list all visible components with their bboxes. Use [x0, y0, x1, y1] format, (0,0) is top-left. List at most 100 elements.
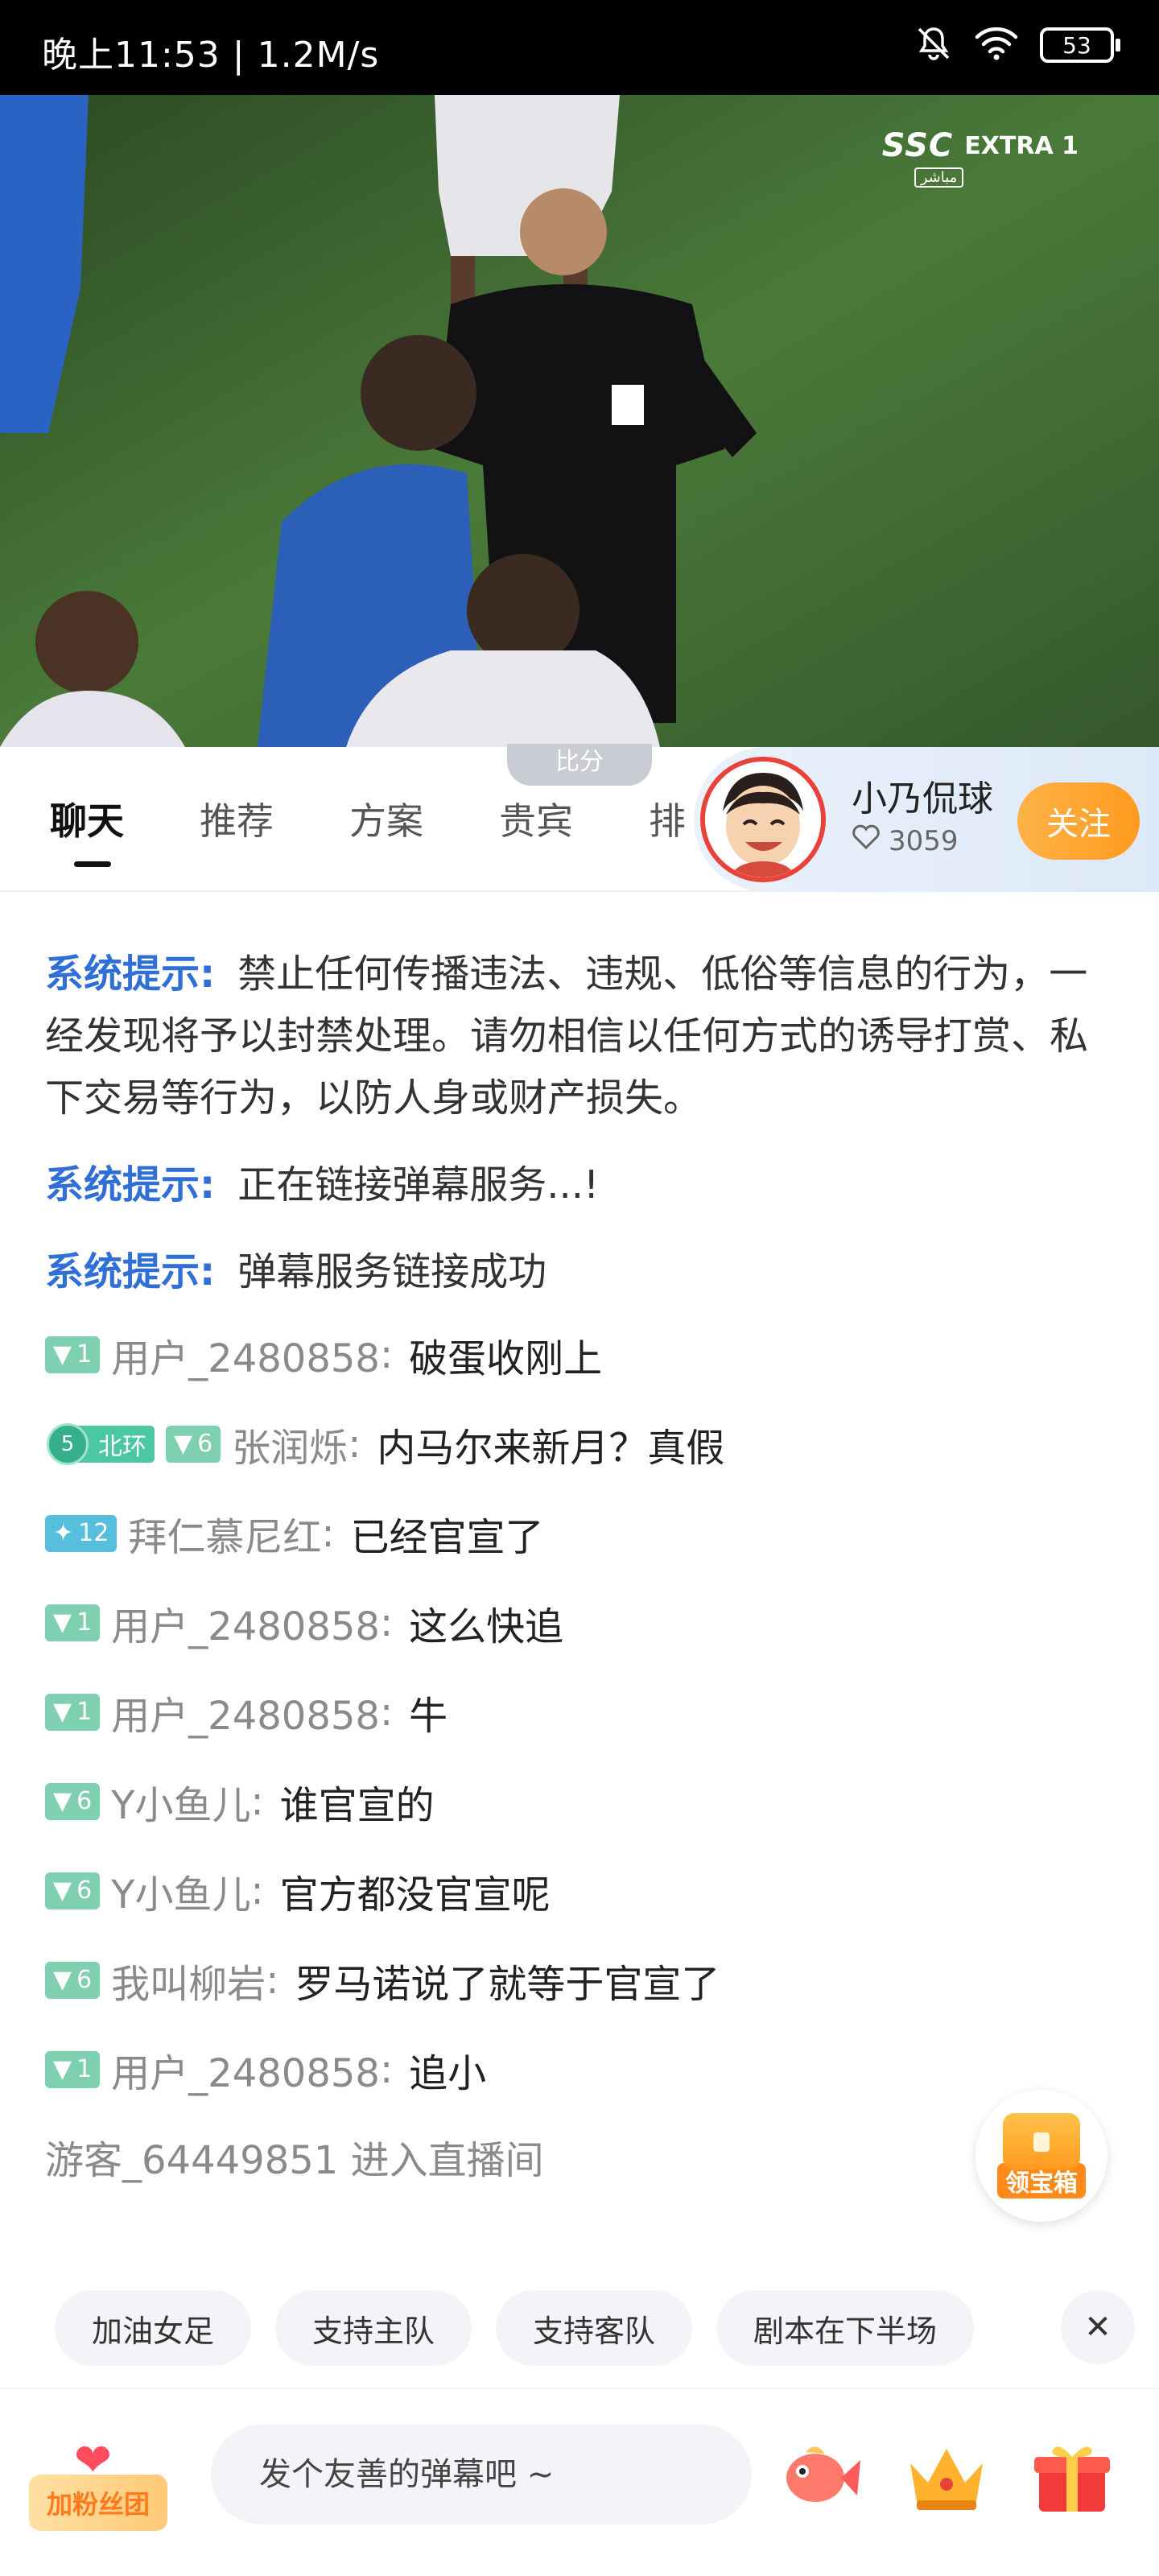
system-message: 系统提示: 正在链接弹幕服务...! — [45, 1154, 1114, 1216]
video-frame — [0, 95, 1159, 747]
chat-colon: : — [321, 1510, 335, 1556]
battery-icon: 53 — [1040, 27, 1120, 63]
tab-recommend[interactable]: 推荐 — [200, 792, 274, 845]
tab-plans[interactable]: 方案 — [349, 792, 423, 845]
chat-text: 这么快追 — [409, 1604, 564, 1649]
level-number: 6 — [76, 1787, 93, 1815]
chat-message: ▼ 1 用户_2480858: 追小 — [45, 2025, 1114, 2114]
chat-colon: : — [379, 2046, 394, 2092]
chat-text: 已经官宣了 — [350, 1514, 544, 1560]
level-number: 6 — [76, 1966, 93, 1994]
quick-chip[interactable]: 支持主队 — [275, 2290, 472, 2366]
chat-username[interactable]: 用户_2480858 — [111, 1595, 380, 1651]
chat-colon: : — [379, 1331, 394, 1377]
chat-text: 内马尔来新月？真假 — [377, 1425, 725, 1471]
system-tag: 系统提示: — [45, 1162, 216, 1208]
chat-username[interactable]: 张润烁 — [232, 1416, 348, 1472]
level-down-icon: ▼ — [53, 1608, 72, 1637]
chat-colon: : — [266, 1957, 279, 2003]
chat-message: ▼ 1 用户_2480858: 牛 — [45, 1667, 1114, 1757]
chat-username[interactable]: 用户_2480858 — [111, 2041, 380, 2098]
anchor-card: 小乃侃球 3059 关注 — [694, 747, 1159, 892]
chat-username[interactable]: Y小鱼儿 — [111, 1863, 250, 1919]
score-handle[interactable]: 比分 — [507, 744, 652, 786]
bottom-bar: ❤ 加粉丝团 — [0, 2388, 1159, 2576]
level-badge: ▼ 1 — [45, 1693, 101, 1731]
level-number: 6 — [76, 1876, 93, 1905]
channel-logo: SSC EXTRA 1 مباشر — [881, 127, 1079, 188]
channel-sub: مباشر — [914, 167, 964, 188]
wifi-icon — [974, 26, 1019, 64]
level-number: 6 — [197, 1430, 213, 1458]
level-number: 12 — [78, 1519, 109, 1547]
chat-username[interactable]: 我叫柳岩 — [111, 1952, 266, 2008]
fish-gift-icon[interactable] — [773, 2431, 863, 2521]
system-tag: 系统提示: — [45, 1249, 216, 1294]
chat-message: ▼ 1 用户_2480858: 这么快追 — [45, 1578, 1114, 1667]
battery-level: 53 — [1062, 31, 1091, 59]
treasure-chest-icon — [1003, 2113, 1080, 2169]
chat-message: ▼ 6 我叫柳岩: 罗马诺说了就等于官宣了 — [45, 1935, 1114, 2025]
follow-button[interactable]: 关注 — [1017, 782, 1140, 860]
level-badge: ▼ 6 — [166, 1425, 221, 1463]
chat-text: 官方都没官宣呢 — [279, 1872, 551, 1918]
chat-username[interactable]: 拜仁慕尼红 — [128, 1505, 321, 1562]
chat-username[interactable]: 用户_2480858 — [111, 1684, 380, 1740]
anchor-avatar[interactable] — [700, 757, 826, 882]
level-badge: ✦ 12 — [45, 1514, 118, 1552]
tab-chat[interactable]: 聊天 — [50, 792, 124, 845]
chat-list[interactable]: 系统提示: 禁止任何传播违法、违规、低俗等信息的行为，一经发现将予以封禁处理。请勿… — [0, 894, 1159, 2222]
chat-message: ▼ 1 用户_2480858: 破蛋收刚上 — [45, 1310, 1114, 1399]
chat-text: 牛 — [409, 1693, 448, 1739]
quick-chips: 加油女足 支持主队 支持客队 剧本在下半场 — [55, 2290, 975, 2366]
level-badge: ▼ 1 — [45, 2050, 101, 2088]
level-badge: ▼ 6 — [45, 1782, 101, 1820]
quick-chip[interactable]: 加油女足 — [55, 2290, 252, 2366]
fan-club-button[interactable]: ❤ 加粉丝团 — [29, 2434, 167, 2534]
close-chips-button[interactable]: ✕ — [1061, 2290, 1135, 2364]
level-down-icon: ▼ — [53, 2055, 72, 2083]
chat-username[interactable]: 用户_2480858 — [111, 1327, 380, 1383]
level-badge: ▼ 6 — [45, 1872, 101, 1909]
chat-message: ▼ 6 Y小鱼儿: 谁官宣的 — [45, 1757, 1114, 1846]
enter-notice: 游客_64449851 进入直播间 — [45, 2138, 544, 2183]
level-star-icon: ✦ — [53, 1519, 74, 1547]
level-badge: ▼ 1 — [45, 1604, 101, 1641]
fan-club-label: 加粉丝团 — [29, 2475, 167, 2531]
tab-active-indicator — [74, 861, 111, 867]
chat-colon: : — [379, 1600, 394, 1645]
level-down-icon: ▼ — [53, 1876, 72, 1905]
status-icons: 53 — [914, 24, 1120, 66]
crown-gift-icon[interactable] — [901, 2431, 992, 2521]
anchor-likes-count: 3059 — [889, 824, 959, 857]
status-time: 晚上11:53 | 1.2M/s — [42, 35, 380, 76]
treasure-box-button[interactable]: 领宝箱 — [975, 2090, 1107, 2222]
fan-club-badge: 5 北环 — [47, 1422, 155, 1465]
chat-colon: : — [250, 1868, 264, 1913]
chat-message: ▼ 6 Y小鱼儿: 官方都没官宣呢 — [45, 1846, 1114, 1935]
level-number: 1 — [76, 1698, 93, 1726]
danmaku-input[interactable] — [211, 2425, 752, 2524]
quick-chip[interactable]: 支持客队 — [496, 2290, 693, 2366]
channel-logo-text: SSC — [881, 127, 954, 164]
status-bar: 晚上11:53 | 1.2M/s 53 — [0, 0, 1159, 95]
close-icon: ✕ — [1084, 2309, 1112, 2346]
level-down-icon: ▼ — [53, 1698, 72, 1726]
tab-vip[interactable]: 贵宾 — [499, 792, 573, 845]
chat-text: 破蛋收刚上 — [409, 1335, 603, 1381]
chat-username[interactable]: Y小鱼儿 — [111, 1773, 250, 1830]
system-tag: 系统提示: — [45, 952, 216, 997]
anchor-name: 小乃侃球 — [852, 778, 993, 819]
chat-colon: : — [379, 1689, 394, 1735]
mute-bell-icon — [914, 24, 953, 66]
tab-rank[interactable]: 排 — [649, 792, 686, 845]
level-number: 1 — [76, 2055, 93, 2083]
level-down-icon: ▼ — [174, 1430, 193, 1458]
chat-message: 5 北环 ▼ 6 张润烁: 内马尔来新月？真假 — [45, 1399, 1114, 1488]
quick-chip[interactable]: 剧本在下半场 — [716, 2290, 975, 2366]
giftbox-icon[interactable] — [1027, 2431, 1117, 2521]
video-player[interactable]: SSC EXTRA 1 مباشر — [0, 95, 1159, 747]
level-down-icon: ▼ — [53, 1787, 72, 1815]
chat-colon: : — [348, 1421, 361, 1467]
heart-outline-icon — [852, 824, 881, 857]
